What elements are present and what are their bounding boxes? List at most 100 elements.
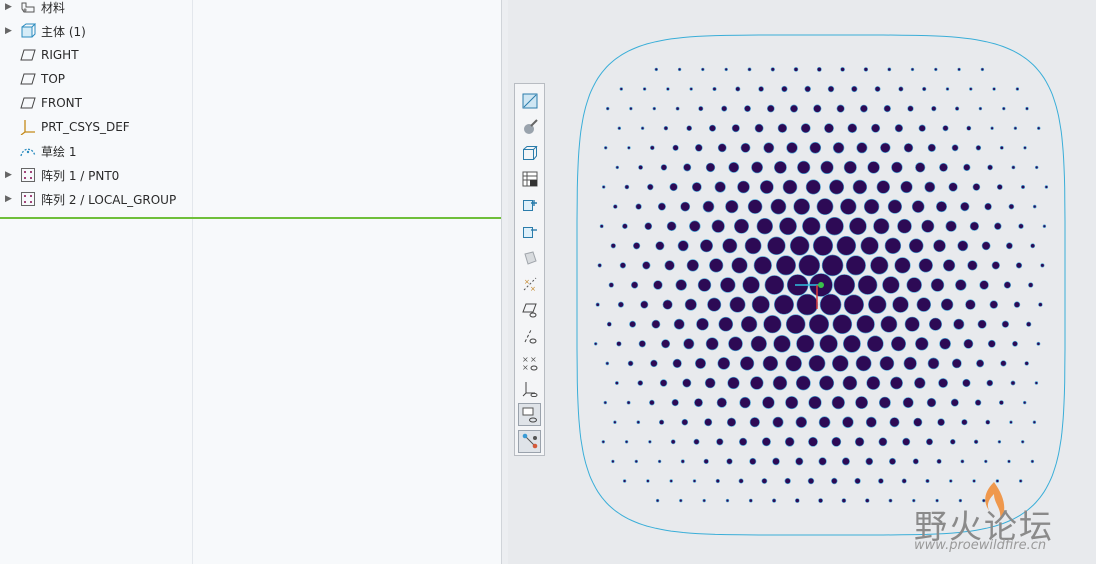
pattern-hole[interactable] (949, 438, 956, 445)
pattern-hole[interactable] (695, 357, 707, 369)
pattern-hole[interactable] (1010, 380, 1016, 386)
pattern-hole[interactable] (1022, 400, 1027, 405)
pattern-hole[interactable] (903, 143, 914, 153)
pattern-hole[interactable] (675, 279, 687, 291)
pattern-hole[interactable] (854, 477, 861, 485)
pattern-hole[interactable] (961, 419, 968, 426)
pattern-hole[interactable] (831, 436, 842, 447)
pattern-hole[interactable] (939, 162, 948, 172)
pattern-hole[interactable] (987, 164, 993, 171)
pattern-hole[interactable] (818, 498, 823, 503)
tree-item[interactable]: ▶ 阵列 1 / PNT0 (0, 163, 190, 187)
pattern-hole[interactable] (843, 160, 857, 174)
pattern-hole[interactable] (933, 239, 946, 253)
pattern-hole[interactable] (726, 458, 733, 465)
tree-insert-indicator[interactable] (0, 217, 501, 219)
pattern-hole[interactable] (802, 217, 821, 236)
pattern-hole[interactable] (840, 198, 857, 215)
pattern-hole[interactable] (843, 294, 865, 315)
pattern-hole[interactable] (744, 105, 751, 112)
pattern-hole[interactable] (682, 378, 692, 388)
pattern-hole[interactable] (717, 143, 727, 153)
pattern-hole[interactable] (831, 396, 845, 410)
pattern-hole[interactable] (856, 142, 868, 154)
pattern-hole[interactable] (650, 359, 658, 368)
pattern-hole[interactable] (731, 257, 748, 274)
pattern-hole[interactable] (767, 236, 786, 256)
pattern-hole[interactable] (841, 457, 850, 466)
pane-sash[interactable] (501, 0, 508, 564)
pattern-hole[interactable] (857, 275, 878, 295)
pattern-hole[interactable] (606, 321, 612, 327)
display-style-icon[interactable] (518, 115, 541, 138)
pattern-hole[interactable] (918, 258, 933, 273)
pattern-hole[interactable] (651, 319, 661, 329)
pattern-hole[interactable] (689, 220, 701, 232)
pattern-hole[interactable] (847, 123, 858, 133)
pattern-hole[interactable] (798, 254, 821, 277)
pattern-hole[interactable] (772, 416, 784, 428)
pattern-hole[interactable] (649, 399, 655, 406)
pattern-hole[interactable] (984, 202, 992, 211)
pattern-hole[interactable] (1012, 340, 1018, 347)
pattern-hole[interactable] (975, 145, 982, 151)
pattern-hole[interactable] (955, 279, 967, 291)
pattern-hole[interactable] (863, 198, 880, 215)
pattern-hole[interactable] (880, 315, 898, 333)
pattern-hole[interactable] (842, 416, 854, 428)
pattern-hole[interactable] (640, 126, 645, 130)
pattern-hole[interactable] (820, 160, 834, 174)
pattern-hole[interactable] (605, 361, 610, 366)
pattern-hole[interactable] (931, 105, 937, 112)
pattern-hole[interactable] (1030, 243, 1036, 249)
tree-item[interactable]: PRT_CSYS_DEF (0, 115, 190, 139)
pattern-hole[interactable] (816, 67, 822, 72)
pattern-hole[interactable] (845, 255, 866, 276)
pattern-hole[interactable] (976, 359, 985, 368)
pattern-hole[interactable] (763, 315, 782, 334)
pattern-hole[interactable] (1002, 106, 1006, 111)
pattern-hole[interactable] (751, 295, 770, 314)
pattern-hole[interactable] (650, 145, 655, 151)
pattern-hole[interactable] (859, 104, 868, 113)
pattern-hole[interactable] (599, 224, 604, 229)
pattern-hole[interactable] (762, 355, 779, 372)
csys-display-icon[interactable] (518, 377, 541, 400)
axis-display-icon[interactable] (518, 325, 541, 348)
pattern-hole[interactable] (703, 458, 709, 465)
pattern-hole[interactable] (978, 106, 983, 111)
zoom-in-icon[interactable] (518, 194, 541, 217)
pattern-hole[interactable] (593, 342, 598, 346)
pattern-hole[interactable] (819, 334, 838, 353)
pattern-hole[interactable] (653, 280, 663, 290)
pattern-hole[interactable] (616, 341, 622, 347)
pattern-hole[interactable] (642, 261, 651, 270)
pattern-hole[interactable] (764, 275, 785, 295)
pattern-hole[interactable] (948, 182, 958, 192)
refit-icon[interactable] (518, 89, 541, 112)
pattern-hole[interactable] (715, 478, 720, 484)
pattern-hole[interactable] (840, 67, 845, 72)
pattern-hole[interactable] (712, 87, 717, 92)
pattern-hole[interactable] (739, 437, 748, 446)
pattern-hole[interactable] (969, 87, 973, 91)
pattern-hole[interactable] (827, 85, 835, 93)
pattern-hole[interactable] (953, 318, 965, 330)
tree-item[interactable]: ▶ 阵列 2 / LOCAL_GROUP (0, 187, 190, 211)
pattern-hole[interactable] (879, 356, 895, 371)
pattern-hole[interactable] (770, 198, 787, 215)
pattern-hole[interactable] (852, 179, 868, 195)
pattern-hole[interactable] (613, 420, 617, 424)
pattern-hole[interactable] (672, 358, 682, 369)
pattern-hole[interactable] (635, 203, 642, 210)
pattern-hole[interactable] (648, 440, 652, 444)
pattern-hole[interactable] (866, 376, 881, 390)
pattern-hole[interactable] (918, 124, 926, 132)
pattern-hole[interactable] (794, 498, 800, 503)
pattern-hole[interactable] (782, 179, 798, 195)
pattern-hole[interactable] (675, 106, 680, 111)
pattern-hole[interactable] (742, 276, 760, 294)
pattern-hole[interactable] (657, 202, 666, 211)
pattern-hole[interactable] (1030, 459, 1035, 464)
pattern-hole[interactable] (683, 163, 692, 172)
